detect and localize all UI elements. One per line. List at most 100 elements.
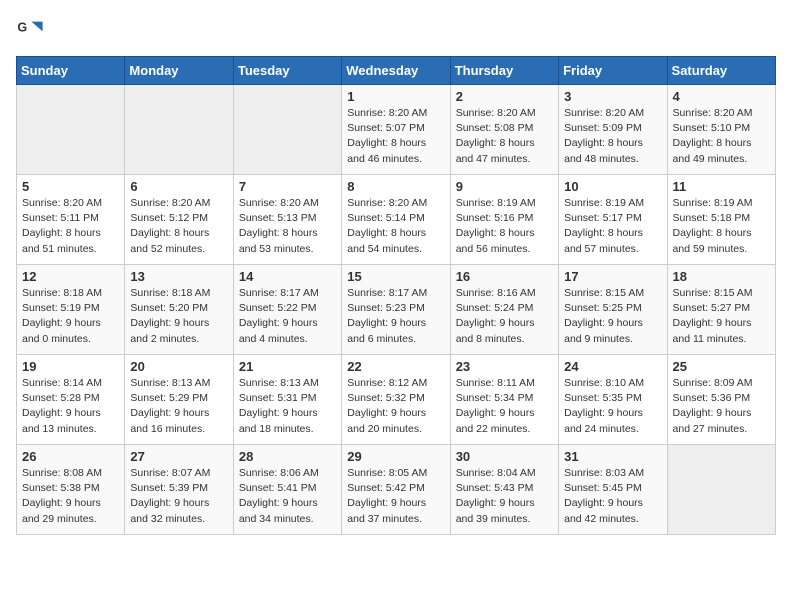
calendar-cell: 4 Sunrise: 8:20 AMSunset: 5:10 PMDaylight… [667,85,775,175]
calendar-cell: 15 Sunrise: 8:17 AMSunset: 5:23 PMDayligh… [342,265,450,355]
calendar-table: SundayMondayTuesdayWednesdayThursdayFrid… [16,56,776,535]
day-header-sunday: Sunday [17,57,125,85]
calendar-cell: 8 Sunrise: 8:20 AMSunset: 5:14 PMDaylight… [342,175,450,265]
day-number: 27 [130,449,227,464]
day-number: 15 [347,269,444,284]
calendar-cell: 29Sunrise: 8:05 AMSunset: 5:42 PMDayligh… [342,445,450,535]
day-info: Sunrise: 8:13 AMSunset: 5:29 PMDaylight:… [130,376,227,437]
header: G [16,16,776,44]
calendar-cell [17,85,125,175]
calendar-cell: 5 Sunrise: 8:20 AMSunset: 5:11 PMDaylight… [17,175,125,265]
day-number: 8 [347,179,444,194]
day-number: 24 [564,359,661,374]
day-header-saturday: Saturday [667,57,775,85]
calendar-cell: 25Sunrise: 8:09 AMSunset: 5:36 PMDayligh… [667,355,775,445]
calendar-cell: 10Sunrise: 8:19 AMSunset: 5:17 PMDayligh… [559,175,667,265]
calendar-cell: 18 Sunrise: 8:15 AMSunset: 5:27 PMDayligh… [667,265,775,355]
day-info: Sunrise: 8:09 AMSunset: 5:36 PMDaylight:… [673,376,770,437]
day-number: 18 [673,269,770,284]
day-number: 6 [130,179,227,194]
calendar-cell: 9 Sunrise: 8:19 AMSunset: 5:16 PMDaylight… [450,175,558,265]
day-number: 21 [239,359,336,374]
calendar-cell: 7 Sunrise: 8:20 AMSunset: 5:13 PMDaylight… [233,175,341,265]
logo-icon: G [16,16,44,44]
calendar-cell: 3 Sunrise: 8:20 AMSunset: 5:09 PMDaylight… [559,85,667,175]
calendar-cell: 22 Sunrise: 8:12 AMSunset: 5:32 PMDayligh… [342,355,450,445]
day-info: Sunrise: 8:16 AMSunset: 5:24 PMDaylight:… [456,286,553,347]
day-info: Sunrise: 8:19 AMSunset: 5:18 PMDaylight:… [673,196,770,257]
day-info: Sunrise: 8:11 AMSunset: 5:34 PMDaylight:… [456,376,553,437]
day-info: Sunrise: 8:17 AMSunset: 5:23 PMDaylight:… [347,286,444,347]
calendar-cell: 13 Sunrise: 8:18 AMSunset: 5:20 PMDayligh… [125,265,233,355]
calendar-cell: 26Sunrise: 8:08 AMSunset: 5:38 PMDayligh… [17,445,125,535]
day-number: 30 [456,449,553,464]
calendar-cell [233,85,341,175]
day-number: 12 [22,269,119,284]
day-number: 9 [456,179,553,194]
day-info: Sunrise: 8:06 AMSunset: 5:41 PMDaylight:… [239,466,336,527]
calendar-cell: 27 Sunrise: 8:07 AMSunset: 5:39 PMDayligh… [125,445,233,535]
day-number: 31 [564,449,661,464]
day-info: Sunrise: 8:12 AMSunset: 5:32 PMDaylight:… [347,376,444,437]
day-info: Sunrise: 8:07 AMSunset: 5:39 PMDaylight:… [130,466,227,527]
day-number: 23 [456,359,553,374]
day-info: Sunrise: 8:03 AMSunset: 5:45 PMDaylight:… [564,466,661,527]
day-info: Sunrise: 8:20 AMSunset: 5:10 PMDaylight:… [673,106,770,167]
day-info: Sunrise: 8:13 AMSunset: 5:31 PMDaylight:… [239,376,336,437]
day-number: 13 [130,269,227,284]
calendar-cell: 1 Sunrise: 8:20 AMSunset: 5:07 PMDaylight… [342,85,450,175]
calendar-cell: 21 Sunrise: 8:13 AMSunset: 5:31 PMDayligh… [233,355,341,445]
day-info: Sunrise: 8:20 AMSunset: 5:09 PMDaylight:… [564,106,661,167]
logo: G [16,16,48,44]
calendar-cell [125,85,233,175]
day-info: Sunrise: 8:18 AMSunset: 5:20 PMDaylight:… [130,286,227,347]
day-number: 1 [347,89,444,104]
day-number: 19 [22,359,119,374]
day-number: 22 [347,359,444,374]
calendar-cell: 28 Sunrise: 8:06 AMSunset: 5:41 PMDayligh… [233,445,341,535]
day-info: Sunrise: 8:15 AMSunset: 5:27 PMDaylight:… [673,286,770,347]
day-info: Sunrise: 8:14 AMSunset: 5:28 PMDaylight:… [22,376,119,437]
svg-text:G: G [17,20,27,34]
calendar-cell: 6 Sunrise: 8:20 AMSunset: 5:12 PMDaylight… [125,175,233,265]
calendar-cell [667,445,775,535]
day-header-thursday: Thursday [450,57,558,85]
day-info: Sunrise: 8:19 AMSunset: 5:17 PMDaylight:… [564,196,661,257]
day-info: Sunrise: 8:15 AMSunset: 5:25 PMDaylight:… [564,286,661,347]
day-info: Sunrise: 8:04 AMSunset: 5:43 PMDaylight:… [456,466,553,527]
day-number: 2 [456,89,553,104]
day-number: 16 [456,269,553,284]
day-info: Sunrise: 8:17 AMSunset: 5:22 PMDaylight:… [239,286,336,347]
calendar-cell: 16 Sunrise: 8:16 AMSunset: 5:24 PMDayligh… [450,265,558,355]
calendar-cell: 2 Sunrise: 8:20 AMSunset: 5:08 PMDaylight… [450,85,558,175]
day-info: Sunrise: 8:20 AMSunset: 5:13 PMDaylight:… [239,196,336,257]
day-number: 14 [239,269,336,284]
day-number: 4 [673,89,770,104]
day-number: 29 [347,449,444,464]
day-number: 3 [564,89,661,104]
day-info: Sunrise: 8:20 AMSunset: 5:11 PMDaylight:… [22,196,119,257]
calendar-cell: 24Sunrise: 8:10 AMSunset: 5:35 PMDayligh… [559,355,667,445]
day-number: 28 [239,449,336,464]
day-header-friday: Friday [559,57,667,85]
day-info: Sunrise: 8:18 AMSunset: 5:19 PMDaylight:… [22,286,119,347]
day-number: 20 [130,359,227,374]
day-info: Sunrise: 8:20 AMSunset: 5:14 PMDaylight:… [347,196,444,257]
day-header-tuesday: Tuesday [233,57,341,85]
calendar-cell: 17 Sunrise: 8:15 AMSunset: 5:25 PMDayligh… [559,265,667,355]
day-header-monday: Monday [125,57,233,85]
calendar-cell: 14 Sunrise: 8:17 AMSunset: 5:22 PMDayligh… [233,265,341,355]
calendar-cell: 12 Sunrise: 8:18 AMSunset: 5:19 PMDayligh… [17,265,125,355]
day-info: Sunrise: 8:19 AMSunset: 5:16 PMDaylight:… [456,196,553,257]
day-info: Sunrise: 8:20 AMSunset: 5:12 PMDaylight:… [130,196,227,257]
day-number: 17 [564,269,661,284]
day-info: Sunrise: 8:20 AMSunset: 5:08 PMDaylight:… [456,106,553,167]
day-info: Sunrise: 8:08 AMSunset: 5:38 PMDaylight:… [22,466,119,527]
calendar-cell: 23 Sunrise: 8:11 AMSunset: 5:34 PMDayligh… [450,355,558,445]
day-number: 11 [673,179,770,194]
day-info: Sunrise: 8:20 AMSunset: 5:07 PMDaylight:… [347,106,444,167]
day-number: 5 [22,179,119,194]
calendar-cell: 19 Sunrise: 8:14 AMSunset: 5:28 PMDayligh… [17,355,125,445]
day-number: 7 [239,179,336,194]
calendar-cell: 11 Sunrise: 8:19 AMSunset: 5:18 PMDayligh… [667,175,775,265]
